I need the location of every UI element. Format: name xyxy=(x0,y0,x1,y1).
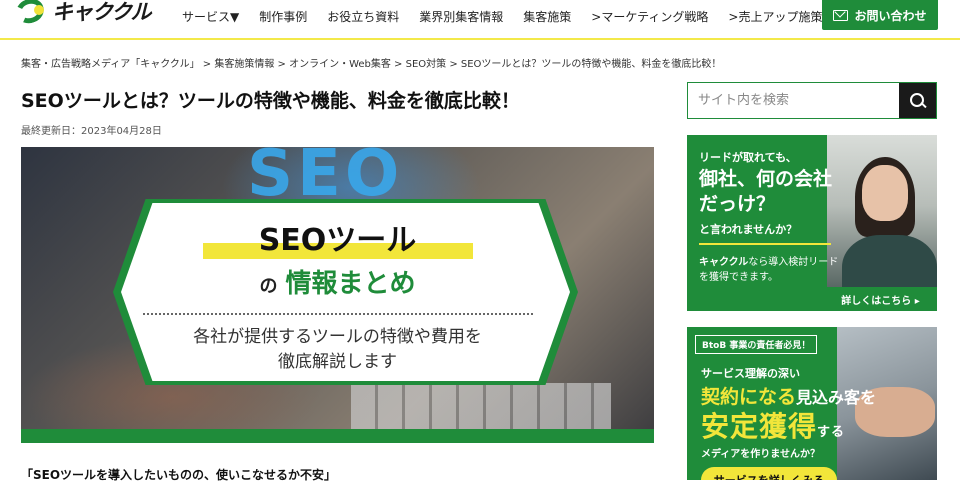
mail-icon xyxy=(833,9,849,21)
search-icon xyxy=(909,92,926,109)
banner-text-3: と言われませんか？ xyxy=(699,223,798,236)
global-nav: サービス▼ 制作事例 お役立ち資料 業界別集客情報 集客施策 >マーケティング戦… xyxy=(182,0,822,32)
nav-item-measures[interactable]: 集客施策 xyxy=(523,8,571,25)
hero-divider xyxy=(143,313,533,315)
contact-button[interactable]: お問い合わせ xyxy=(822,0,938,30)
nav-item-resources[interactable]: お役立ち資料 xyxy=(327,8,399,25)
banner-tag: BtoB 事業の責任者必見！ xyxy=(695,335,818,354)
site-search xyxy=(687,82,937,119)
sidebar-banner-leads[interactable]: リードが取れても、 御社、何の会社だっけ？ と言われませんか？ キャククルなら導… xyxy=(687,135,937,311)
banner-text-4: メディアを作りませんか？ xyxy=(701,449,820,460)
banner-divider xyxy=(699,243,831,245)
banner-person-face xyxy=(862,165,908,221)
hero-subtitle: の情報まとめ xyxy=(259,269,416,299)
logo-mark-icon xyxy=(12,0,52,28)
hero-title: SEOツール xyxy=(258,223,417,258)
site-header: キャククル サービス▼ 制作事例 お役立ち資料 業界別集客情報 集客施策 >マー… xyxy=(0,0,960,40)
banner-text-1: リードが取れても、 xyxy=(699,151,797,164)
hero-image: SEO SEOツール の情報まとめ 各社が提供するツールの特徴や費用を 徹底解説し… xyxy=(21,147,654,443)
article-intro: 「SEOツールを導入したいものの、使いこなせるか不安」 xyxy=(21,468,337,482)
hero-bottom-bar xyxy=(21,429,654,443)
breadcrumb[interactable]: 集客・広告戦略メディア「キャククル」 > 集客施策情報 > オンライン・Web集… xyxy=(21,55,721,70)
nav-item-works[interactable]: 制作事例 xyxy=(259,8,307,25)
site-logo[interactable]: キャククル xyxy=(12,0,152,28)
contact-label: お問い合わせ xyxy=(854,8,927,23)
banner-headline: 安定獲得する xyxy=(701,410,846,443)
banner-text-4: キャククルなら導入検討リード を獲得できます。 xyxy=(699,257,839,283)
banner-cta-button[interactable]: サービスを詳しくみる xyxy=(701,467,837,480)
nav-item-industry[interactable]: 業界別集客情報 xyxy=(419,8,503,25)
nav-item-sales[interactable]: >売上アップ施策 xyxy=(728,8,822,25)
page-title: SEOツールとは？ツールの特徴や機能、料金を徹底比較！ xyxy=(21,90,520,112)
banner-headline: 御社、何の会社だっけ？ xyxy=(699,168,833,215)
search-input[interactable] xyxy=(688,83,899,118)
hero-description: 各社が提供するツールの特徴や費用を 徹底解説します xyxy=(193,327,482,372)
banner-more-button[interactable]: 詳しくはこちら ▸ xyxy=(824,287,937,311)
sidebar-banner-btob[interactable]: BtoB 事業の責任者必見！ サービス理解の深い 契約になる見込み客を 安定獲得… xyxy=(687,327,937,480)
banner-text-1: サービス理解の深い xyxy=(701,367,800,380)
nav-item-services[interactable]: サービス▼ xyxy=(182,8,239,25)
last-updated: 最終更新日：2023年04月28日 xyxy=(21,126,162,137)
nav-item-marketing[interactable]: >マーケティング戦略 xyxy=(591,8,708,25)
logo-text: キャククル xyxy=(52,0,152,24)
search-button[interactable] xyxy=(899,83,936,118)
